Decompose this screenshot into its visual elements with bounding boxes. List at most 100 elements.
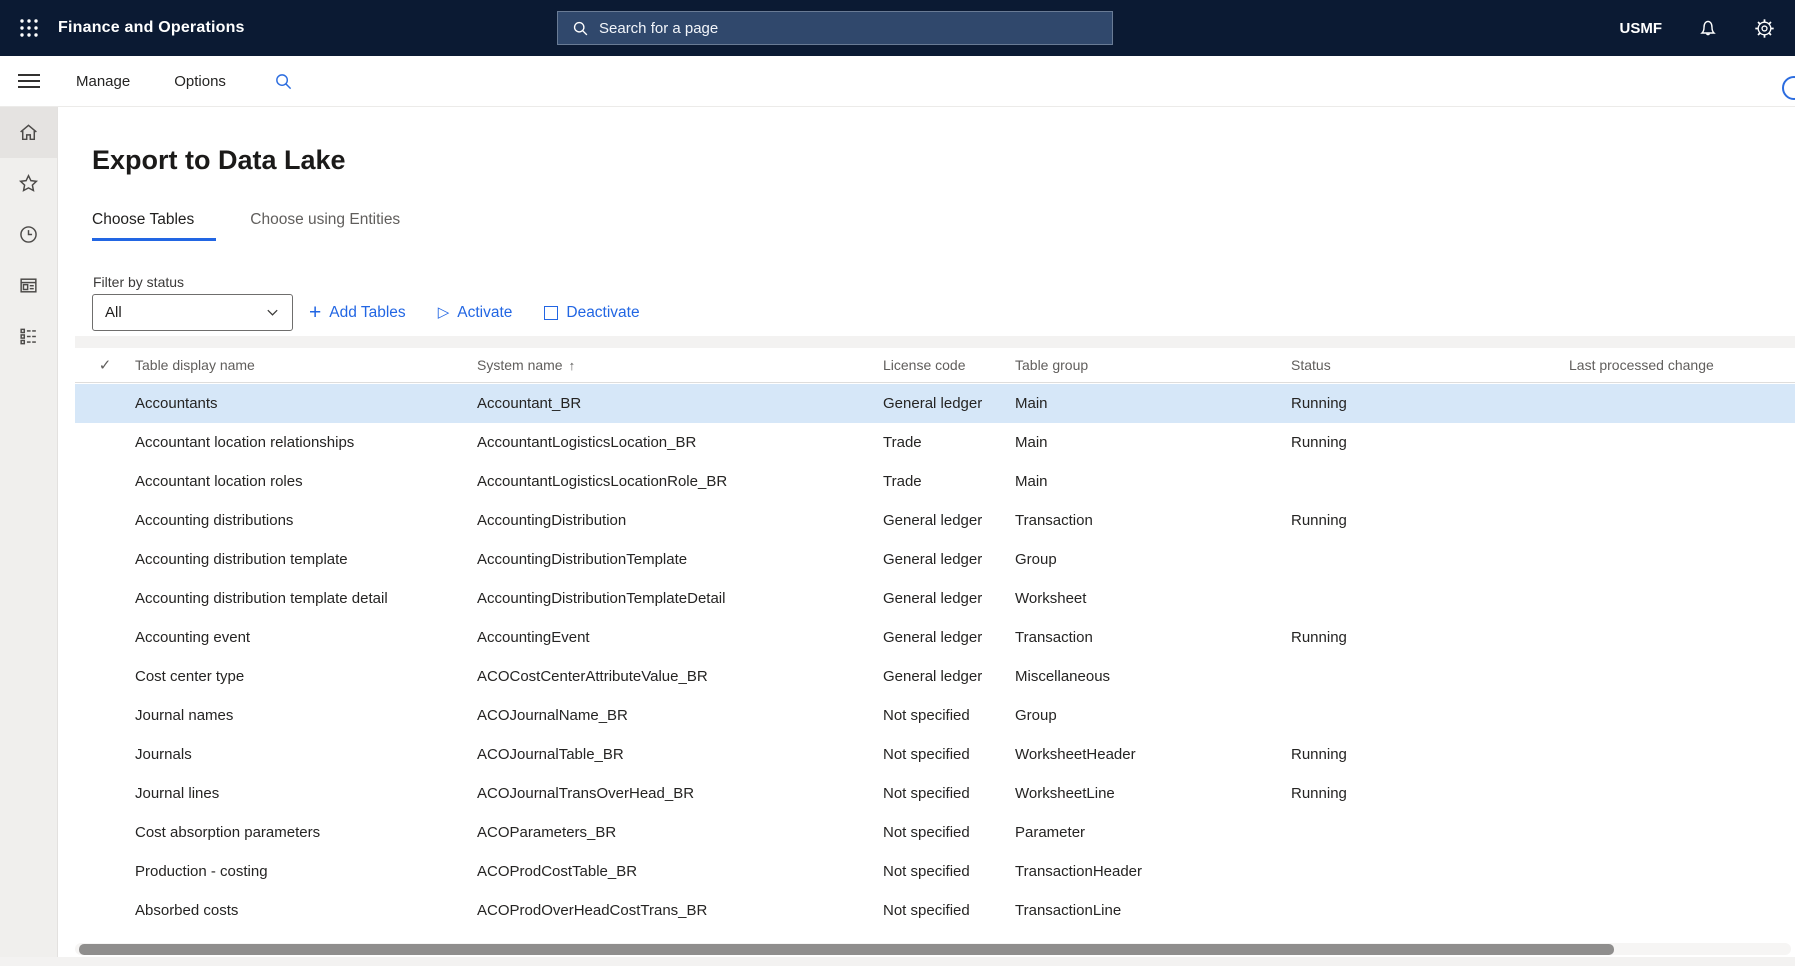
table-row[interactable]: Absorbed costs ACOProdOverHeadCostTrans_B… xyxy=(75,891,1795,930)
table-row[interactable]: Journal lines ACOJournalTransOverHead_BR N… xyxy=(75,774,1795,813)
company-selector[interactable]: USMF xyxy=(1620,20,1663,37)
grid-rows: Accountants Accountant_BR General ledger Ma… xyxy=(75,384,1795,930)
filter-by-status-label: Filter by status xyxy=(93,274,185,290)
top-navigation-bar: Finance and Operations Search for a page… xyxy=(0,0,1795,56)
grid-cell: ACOParameters_BR xyxy=(477,824,617,841)
grid-cell: Accounting distributions xyxy=(135,512,294,529)
square-outline-icon xyxy=(544,305,559,320)
column-header-system-name[interactable]: System name ↑ xyxy=(477,357,883,373)
grid-cell: Accountant_BR xyxy=(477,395,582,412)
sidebar-item-home[interactable] xyxy=(0,107,57,158)
grid-cell: Miscellaneous xyxy=(1015,668,1111,685)
table-row[interactable]: Cost center type ACOCostCenterAttributeVa… xyxy=(75,657,1795,696)
action-pane: Manage Options xyxy=(0,56,1795,107)
grid-cell: Trade xyxy=(883,434,922,451)
select-all-checkmark-icon[interactable]: ✓ xyxy=(75,356,135,374)
tab-choose-tables[interactable]: Choose Tables xyxy=(92,211,217,241)
grid-cell: General ledger xyxy=(883,395,983,412)
main-content: Export to Data Lake Choose Tables Choose… xyxy=(59,107,1795,957)
column-header-table-group[interactable]: Table group xyxy=(1015,357,1291,373)
star-icon xyxy=(18,174,39,192)
table-row[interactable]: Accounting event AccountingEvent General l… xyxy=(75,618,1795,657)
column-header-status[interactable]: Status xyxy=(1291,357,1569,373)
grid-cell: AccountingDistribution xyxy=(477,512,627,529)
grid-cell: Parameter xyxy=(1015,824,1086,841)
table-row[interactable]: Journals ACOJournalTable_BR Not specified W… xyxy=(75,735,1795,774)
search-input[interactable]: Search for a page xyxy=(557,11,1113,45)
grid-cell: AccountingDistributionTemplate xyxy=(477,551,688,568)
grid-cell: Accountants xyxy=(135,395,218,412)
grid-cell: Accounting distribution template xyxy=(135,551,348,568)
grid-cell: General ledger xyxy=(883,668,983,685)
grid-cell: Not specified xyxy=(883,746,970,763)
menu-item-options[interactable]: Options xyxy=(174,73,226,90)
sidebar-item-modules[interactable] xyxy=(0,311,57,362)
grid-cell: General ledger xyxy=(883,629,983,646)
navigation-sidebar xyxy=(0,107,58,966)
deactivate-button[interactable]: Deactivate xyxy=(544,304,640,322)
table-row[interactable]: Accountant location roles AccountantLogis… xyxy=(75,462,1795,501)
table-row[interactable]: Accountants Accountant_BR General ledger Ma… xyxy=(75,384,1795,423)
grid-cell: Cost absorption parameters xyxy=(135,824,321,841)
app-launcher-icon[interactable] xyxy=(0,0,58,56)
grid-top-strip xyxy=(75,336,1795,348)
table-row[interactable]: Accountant location relationships Account… xyxy=(75,423,1795,462)
grid-cell: Main xyxy=(1015,473,1048,490)
activate-button[interactable]: ▷ Activate xyxy=(438,304,513,322)
menu-item-manage[interactable]: Manage xyxy=(76,73,130,90)
play-outline-icon: ▷ xyxy=(437,304,450,321)
grid-cell: Not specified xyxy=(883,707,970,724)
notifications-bell-icon[interactable] xyxy=(1698,18,1718,38)
page-title: Export to Data Lake xyxy=(92,145,346,175)
grid-cell: Journal lines xyxy=(135,785,220,802)
table-row[interactable]: Accounting distribution template Accounti… xyxy=(75,540,1795,579)
grid-cell: Main xyxy=(1015,434,1048,451)
table-row[interactable]: Journal names ACOJournalName_BR Not specif… xyxy=(75,696,1795,735)
status-filter-dropdown[interactable]: All xyxy=(92,294,293,331)
grid-cell: Not specified xyxy=(883,785,970,802)
grid-cell: Not specified xyxy=(883,824,970,841)
plus-icon: + xyxy=(309,301,322,324)
grid-cell: Main xyxy=(1015,395,1048,412)
grid-cell: Group xyxy=(1015,707,1057,724)
clipped-toolbar-icon[interactable] xyxy=(1782,76,1795,100)
home-icon xyxy=(20,124,37,141)
app-title: Finance and Operations xyxy=(58,19,245,36)
activate-label: Activate xyxy=(457,303,513,321)
grid-cell: Running xyxy=(1291,512,1347,529)
grid-cell: Accountant location roles xyxy=(135,473,303,490)
grid-cell: ACOJournalTable_BR xyxy=(477,746,624,763)
tab-bar: Choose Tables Choose using Entities xyxy=(92,211,400,241)
sidebar-item-recent[interactable] xyxy=(0,209,57,260)
grid-cell: TransactionHeader xyxy=(1015,863,1143,880)
table-row[interactable]: Accounting distribution template detail A… xyxy=(75,579,1795,618)
grid-cell: Journals xyxy=(135,746,192,763)
grid-cell: Cost center type xyxy=(135,668,245,685)
horizontal-scrollbar-thumb[interactable] xyxy=(79,944,1614,955)
table-row[interactable]: Production - costing ACOProdCostTable_BR N… xyxy=(75,852,1795,891)
grid-cell: Accounting distribution template detail xyxy=(135,590,388,607)
grid-cell: Transaction xyxy=(1015,629,1093,646)
grid-cell: WorksheetHeader xyxy=(1015,746,1136,763)
modules-list-icon xyxy=(20,328,36,345)
page-search-icon[interactable] xyxy=(274,72,293,91)
grid-cell: Group xyxy=(1015,551,1057,568)
bottom-strip xyxy=(0,957,1795,966)
grid-cell: Absorbed costs xyxy=(135,902,239,919)
table-row[interactable]: Cost absorption parameters ACOParameters_… xyxy=(75,813,1795,852)
grid-cell: Running xyxy=(1291,629,1347,646)
sidebar-item-favorites[interactable] xyxy=(0,158,57,209)
column-header-license-code[interactable]: License code xyxy=(883,357,1015,373)
grid-cell: Accounting event xyxy=(135,629,251,646)
chevron-down-icon xyxy=(265,305,280,320)
navigation-menu-icon[interactable] xyxy=(0,56,58,107)
column-header-table-display-name[interactable]: Table display name xyxy=(135,357,477,373)
column-header-last-processed-change[interactable]: Last processed change xyxy=(1569,357,1795,373)
sidebar-item-workspaces[interactable] xyxy=(0,260,57,311)
add-tables-button[interactable]: + Add Tables xyxy=(309,302,406,323)
sort-ascending-icon: ↑ xyxy=(568,358,576,373)
grid-cell: Not specified xyxy=(883,863,970,880)
table-row[interactable]: Accounting distributions AccountingDistri… xyxy=(75,501,1795,540)
tab-choose-using-entities[interactable]: Choose using Entities xyxy=(250,211,400,241)
settings-gear-icon[interactable] xyxy=(1754,18,1775,39)
